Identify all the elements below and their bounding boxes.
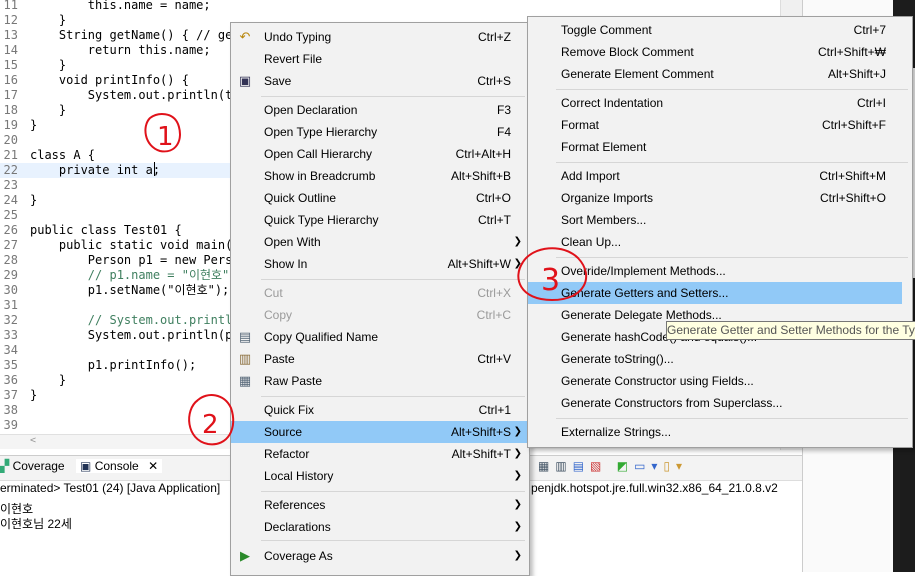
annotation-3: 3	[517, 247, 588, 302]
annotation-number: 2	[202, 410, 219, 440]
annotation-number: 1	[157, 122, 174, 152]
annotation-number: 3	[541, 263, 560, 298]
annotation-2: 2	[188, 394, 235, 446]
annotation-1: 1	[144, 113, 181, 153]
handwritten-annotations: 1 2 3	[144, 113, 588, 446]
